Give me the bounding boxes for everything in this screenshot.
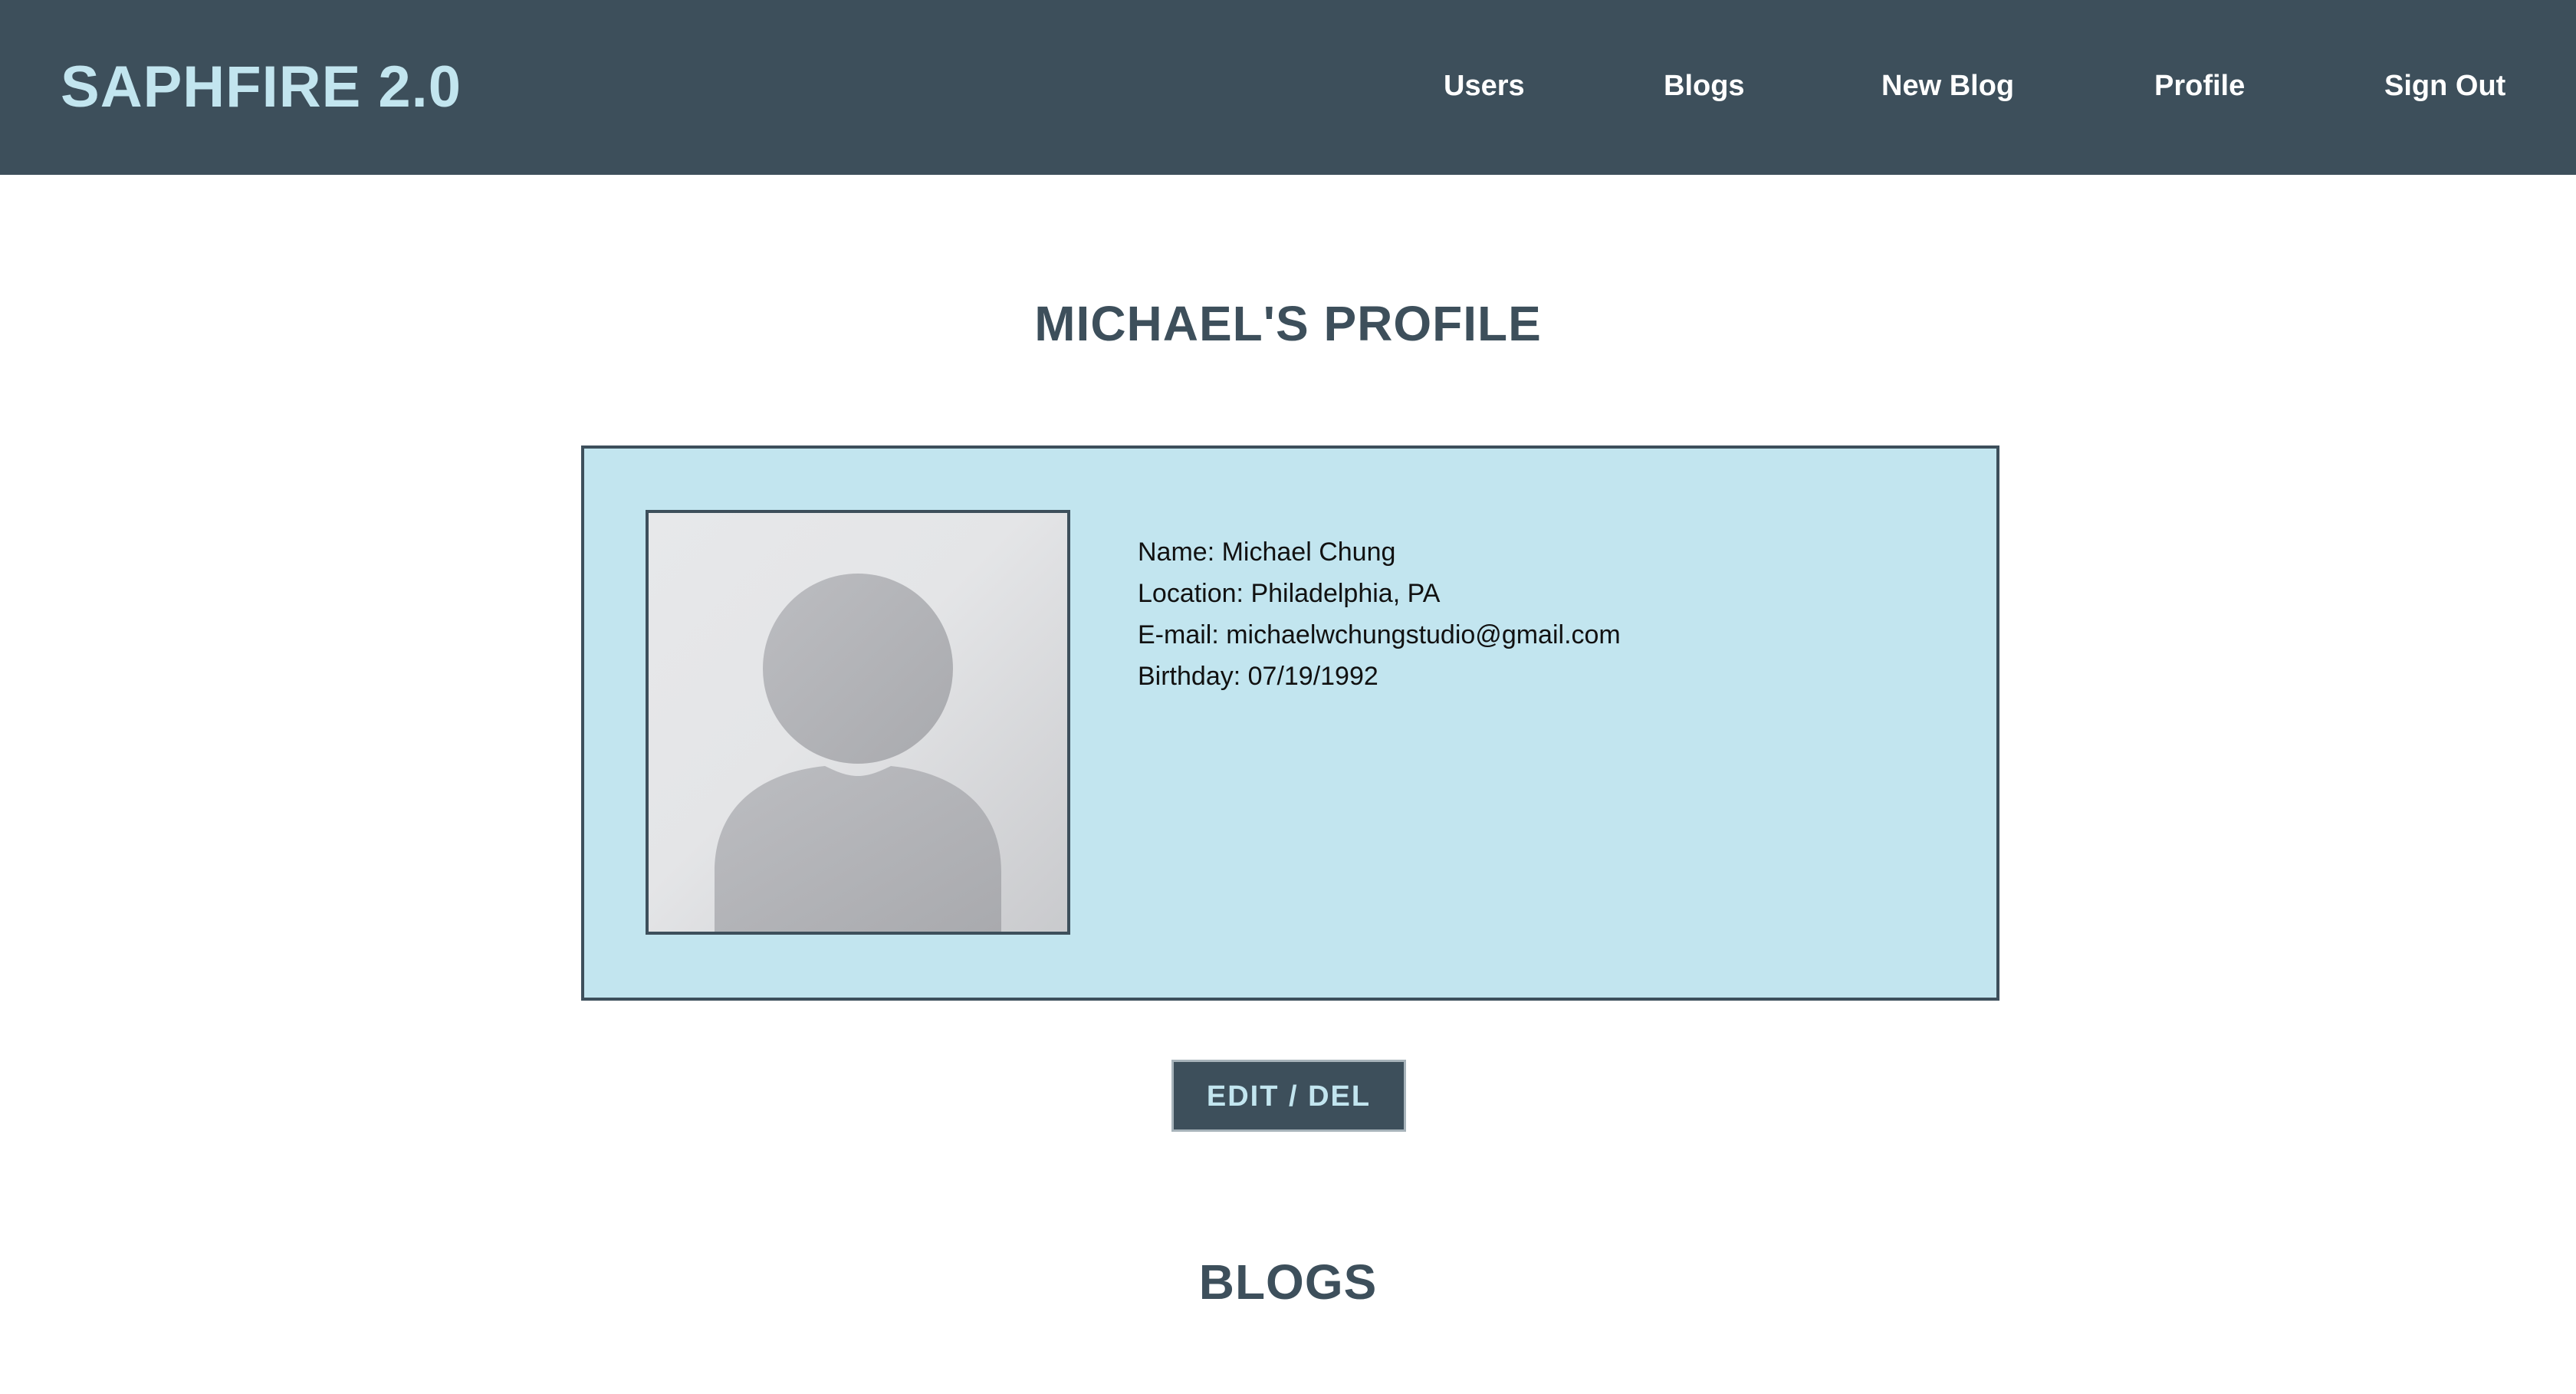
top-navbar: SAPHFIRE 2.0 Users Blogs New Blog Profil… xyxy=(0,0,2576,175)
nav-new-blog-link[interactable]: New Blog xyxy=(1881,66,2014,106)
nav-profile-link[interactable]: Profile xyxy=(2154,66,2245,106)
blogs-heading: BLOGS xyxy=(1198,1254,1378,1310)
profile-avatar xyxy=(646,510,1070,935)
brand-logo[interactable]: SAPHFIRE 2.0 xyxy=(61,52,462,123)
edit-delete-button[interactable]: EDIT / DEL xyxy=(1171,1060,1406,1132)
profile-location: Location: Philadelphia, PA xyxy=(1138,579,1441,608)
profile-card: Name: Michael Chung Location: Philadelph… xyxy=(581,445,1999,1001)
profile-birthday: Birthday: 07/19/1992 xyxy=(1138,662,1378,691)
profile-name: Name: Michael Chung xyxy=(1138,538,1396,567)
nav-sign-out-link[interactable]: Sign Out xyxy=(2384,66,2505,106)
nav-users-link[interactable]: Users xyxy=(1444,66,1525,106)
profile-info: Name: Michael Chung Location: Philadelph… xyxy=(1138,531,1621,697)
user-placeholder-icon xyxy=(715,574,1001,932)
profile-title: MICHAEL'S PROFILE xyxy=(1034,296,1542,351)
profile-email: E-mail: michaelwchungstudio@gmail.com xyxy=(1138,620,1621,649)
nav-blogs-link[interactable]: Blogs xyxy=(1664,66,1745,106)
